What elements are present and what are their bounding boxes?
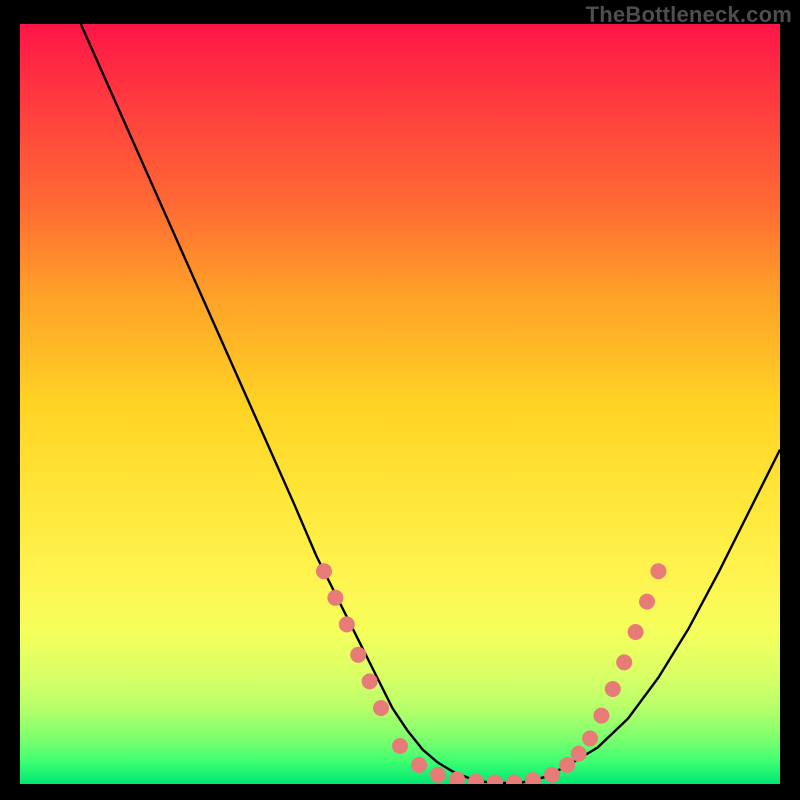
highlight-dot (468, 774, 484, 784)
highlight-dot (411, 757, 427, 773)
plot-area (20, 24, 780, 784)
chart-frame: TheBottleneck.com (0, 0, 800, 800)
highlight-dot (628, 624, 644, 640)
highlight-dot (616, 654, 632, 670)
highlight-dot (487, 775, 503, 785)
highlight-dot (430, 767, 446, 783)
highlight-dot (327, 590, 343, 606)
highlight-dot (350, 647, 366, 663)
highlight-dot (571, 746, 587, 762)
highlight-dot (339, 616, 355, 632)
highlight-dot (362, 673, 378, 689)
highlight-dot (392, 738, 408, 754)
highlight-dot (639, 594, 655, 610)
watermark-text: TheBottleneck.com (586, 2, 792, 28)
highlight-dot (316, 563, 332, 579)
highlight-dot (544, 767, 560, 783)
highlight-dots (20, 24, 780, 784)
highlight-dot (605, 681, 621, 697)
highlight-dot (593, 708, 609, 724)
highlight-dot (373, 700, 389, 716)
highlight-dot (582, 730, 598, 746)
highlight-dot (506, 775, 522, 785)
highlight-dot (449, 771, 465, 784)
highlight-dot (559, 757, 575, 773)
highlight-dot (650, 563, 666, 579)
highlight-dot (525, 772, 541, 784)
